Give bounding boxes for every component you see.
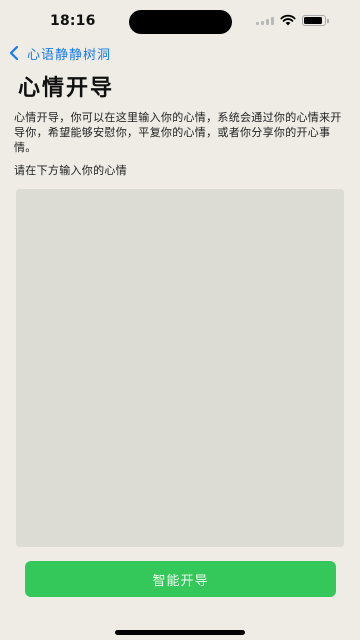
input-prompt-label: 请在下方输入你的心情	[14, 164, 127, 177]
battery-icon	[302, 15, 329, 26]
mood-input[interactable]	[16, 189, 344, 547]
home-indicator[interactable]	[115, 630, 245, 635]
status-bar: 18:16	[0, 0, 360, 44]
page-title: 心情开导	[18, 76, 115, 101]
smart-guidance-button[interactable]: 智能开导	[25, 561, 336, 597]
chevron-left-icon	[9, 45, 19, 61]
page-description: 心情开导，你可以在这里输入你的心情，系统会通过你的心情来开导你，希望能够安慰你，…	[14, 111, 342, 154]
wifi-icon	[280, 14, 296, 26]
dynamic-island	[129, 10, 232, 34]
screen: 18:16 心语静静树洞 心情开导 心情开导，你可以在这里输入你的心情，系统会通…	[0, 0, 360, 640]
back-button[interactable]: 心语静静树洞	[8, 43, 111, 63]
status-time: 18:16	[50, 13, 96, 29]
cellular-signal-icon	[256, 17, 276, 25]
back-button-label: 心语静静树洞	[27, 47, 112, 63]
